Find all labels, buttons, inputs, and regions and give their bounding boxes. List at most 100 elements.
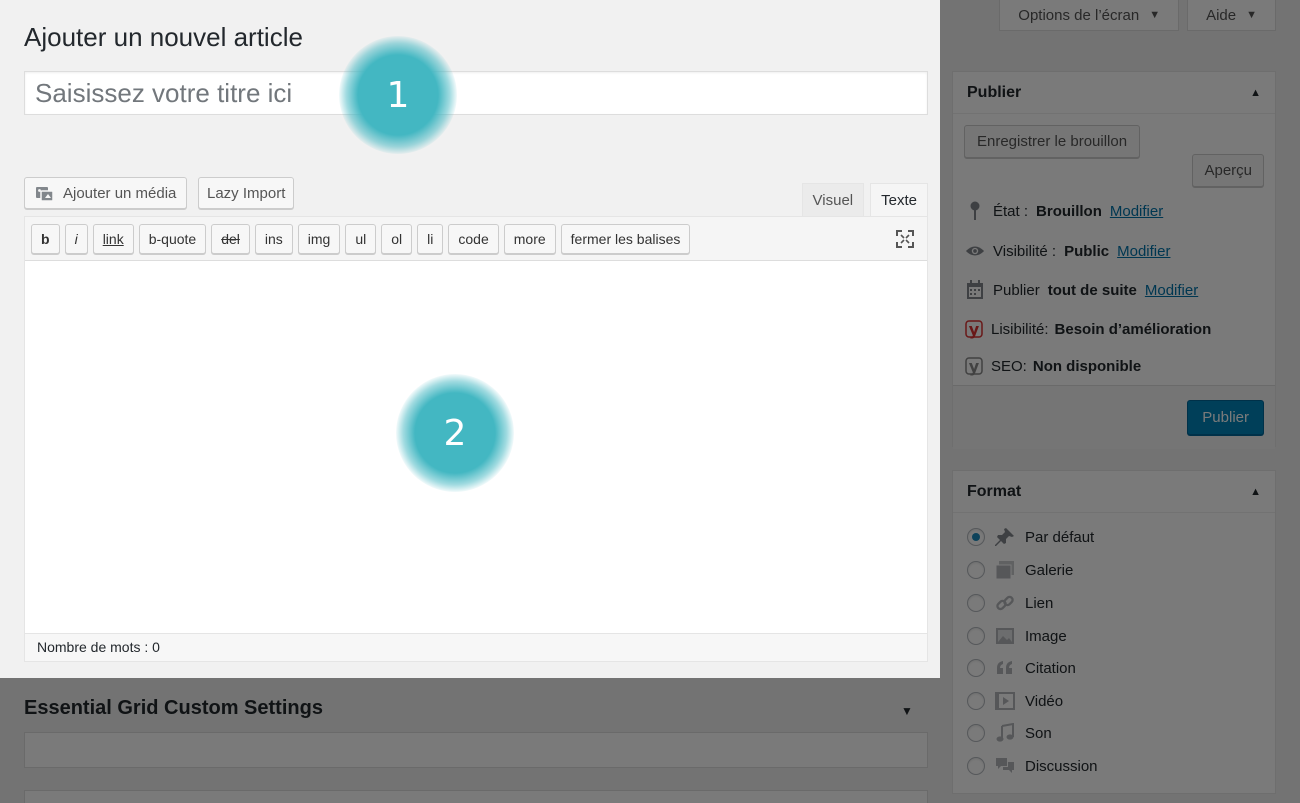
pin-icon — [965, 201, 985, 221]
add-media-label: Ajouter un média — [63, 184, 177, 202]
format-radio[interactable] — [967, 692, 985, 710]
readability-label: Lisibilité: — [991, 320, 1049, 338]
seo-label: SEO: — [991, 357, 1027, 375]
visibility-label: Visibilité : — [993, 242, 1057, 260]
word-count: Nombre de mots : 0 — [25, 633, 927, 661]
status-label: État : — [993, 202, 1029, 220]
edit-schedule-link[interactable]: Modifier — [1145, 282, 1198, 299]
fullscreen-icon[interactable] — [895, 229, 915, 249]
format-radio[interactable] — [967, 594, 985, 612]
help-button[interactable]: Aide ▼ — [1187, 0, 1276, 31]
qt-more-button[interactable]: more — [503, 224, 556, 254]
format-label: Son — [1025, 724, 1052, 742]
schedule-row: Publier tout de suite Modifier — [965, 280, 1198, 300]
seo-value: Non disponible — [1032, 357, 1142, 375]
format-option-chat[interactable]: Discussion — [967, 756, 1098, 776]
qt-italic-button[interactable]: i — [64, 224, 88, 254]
screen-options-label: Options de l’écran — [1018, 6, 1140, 24]
save-draft-button[interactable]: Enregistrer le brouillon — [964, 125, 1141, 158]
chat-icon — [995, 756, 1015, 776]
format-box: Format ▲ Par défaut Galerie Lien Image C… — [952, 470, 1276, 794]
image-icon — [995, 626, 1015, 646]
calendar-icon — [965, 280, 985, 300]
yoast-seo-icon: y — [965, 356, 985, 376]
format-label: Par défaut — [1025, 528, 1095, 546]
collapse-arrow-icon[interactable]: ▲ — [1250, 87, 1261, 99]
editor-tabs: Visuel Texte — [801, 183, 928, 216]
post-title-input[interactable] — [24, 71, 928, 115]
format-box-title: Format — [967, 482, 1022, 500]
help-label: Aide — [1206, 6, 1237, 24]
format-radio[interactable] — [967, 659, 985, 677]
lazy-import-button[interactable]: Lazy Import — [198, 177, 295, 209]
visibility-row: Visibilité : Public Modifier — [965, 241, 1170, 261]
qt-code-button[interactable]: code — [448, 224, 499, 254]
qt-close-tags-button[interactable]: fermer les balises — [560, 224, 691, 254]
format-option-quote[interactable]: Citation — [967, 658, 1076, 678]
format-radio[interactable] — [967, 757, 985, 775]
caret-down-icon: ▼ — [1246, 9, 1257, 21]
screen-meta-tabs: Options de l’écran ▼ Aide ▼ — [999, 0, 1276, 31]
format-option-image[interactable]: Image — [967, 626, 1067, 646]
qt-img-button[interactable]: img — [297, 224, 341, 254]
visibility-value: Public — [1064, 242, 1110, 260]
publish-button[interactable]: Publier — [1187, 400, 1264, 435]
preview-button[interactable]: Aperçu — [1192, 154, 1264, 187]
schedule-label: Publier — [993, 281, 1040, 299]
quote-icon — [995, 658, 1015, 678]
format-option-standard[interactable]: Par défaut — [967, 527, 1094, 547]
publish-box-header[interactable]: Publier ▲ — [953, 72, 1275, 114]
tab-visual[interactable]: Visuel — [801, 183, 865, 216]
essential-grid-field[interactable] — [24, 732, 928, 768]
essential-grid-field[interactable] — [24, 790, 928, 803]
publish-box-title: Publier — [967, 83, 1022, 101]
format-box-header[interactable]: Format ▲ — [953, 471, 1275, 513]
publish-box: Publier ▲ Enregistrer le brouillon Aperç… — [952, 71, 1276, 449]
qt-ul-button[interactable]: ul — [345, 224, 377, 254]
status-row: État : Brouillon Modifier — [965, 201, 1163, 221]
format-option-link[interactable]: Lien — [967, 593, 1053, 613]
readability-value: Besoin d’amélioration — [1054, 320, 1212, 338]
yoast-readability-icon: y — [965, 319, 985, 339]
gallery-icon — [995, 560, 1015, 580]
collapse-arrow-icon[interactable]: ▲ — [1250, 486, 1261, 498]
format-radio[interactable] — [967, 561, 985, 579]
tab-text[interactable]: Texte — [870, 183, 928, 216]
edit-visibility-link[interactable]: Modifier — [1117, 243, 1170, 260]
edit-status-link[interactable]: Modifier — [1110, 203, 1163, 220]
step-marker-1: 1 — [339, 36, 457, 154]
format-label: Galerie — [1025, 561, 1074, 579]
media-icon — [35, 184, 55, 202]
step-marker-2: 2 — [396, 374, 514, 492]
svg-text:y: y — [969, 320, 980, 339]
qt-li-button[interactable]: li — [417, 224, 444, 254]
seo-row: y SEO: Non disponible — [965, 356, 1141, 376]
screen-options-button[interactable]: Options de l’écran ▼ — [999, 0, 1180, 31]
readability-row: y Lisibilité: Besoin d’amélioration — [965, 319, 1211, 339]
format-radio[interactable] — [967, 724, 985, 742]
quicktags-toolbar: b i link b-quote del ins img ul ol li co… — [25, 217, 927, 261]
qt-ins-button[interactable]: ins — [254, 224, 293, 254]
format-option-audio[interactable]: Son — [967, 723, 1052, 743]
qt-blockquote-button[interactable]: b-quote — [138, 224, 207, 254]
pin-icon — [995, 527, 1015, 547]
format-radio[interactable] — [967, 627, 985, 645]
format-label: Vidéo — [1025, 692, 1064, 710]
link-icon — [995, 593, 1015, 613]
qt-ol-button[interactable]: ol — [381, 224, 413, 254]
format-option-gallery[interactable]: Galerie — [967, 560, 1073, 580]
add-media-button[interactable]: Ajouter un média — [24, 177, 188, 209]
eye-icon — [965, 241, 985, 261]
qt-del-button[interactable]: del — [211, 224, 250, 254]
toggle-arrow-icon[interactable]: ▼ — [901, 704, 913, 718]
video-icon — [995, 691, 1015, 711]
qt-link-button[interactable]: link — [92, 224, 134, 254]
format-option-video[interactable]: Vidéo — [967, 691, 1063, 711]
format-label: Image — [1025, 627, 1067, 645]
page-title: Ajouter un nouvel article — [24, 22, 303, 52]
format-radio[interactable] — [967, 528, 985, 546]
caret-down-icon: ▼ — [1149, 9, 1161, 21]
qt-bold-button[interactable]: b — [31, 224, 60, 254]
audio-icon — [995, 723, 1015, 743]
svg-text:y: y — [969, 357, 980, 376]
